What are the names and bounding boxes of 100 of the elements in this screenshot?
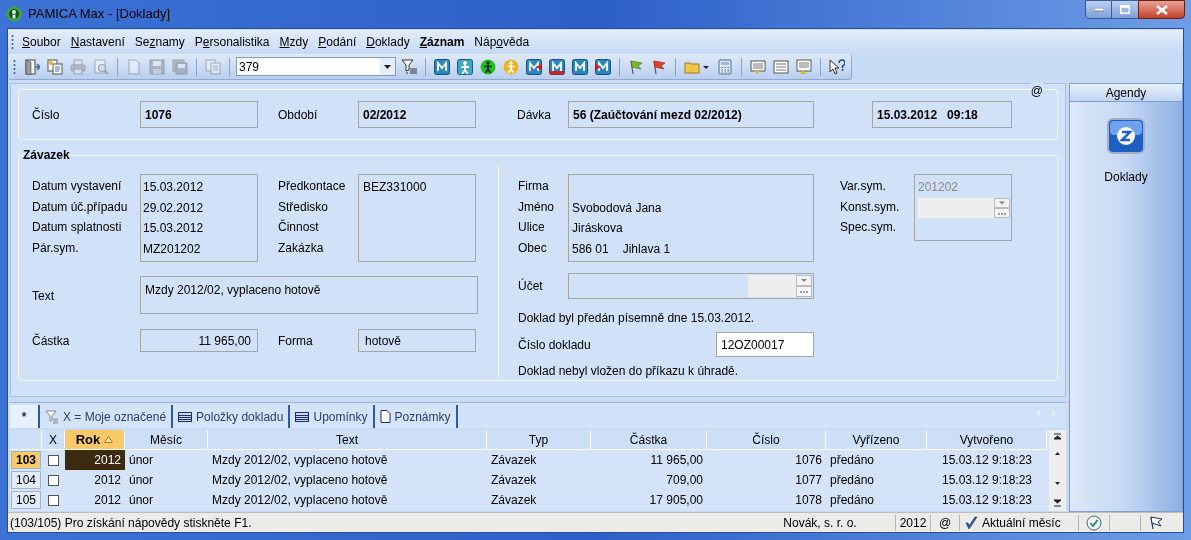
checkbox[interactable]	[48, 494, 59, 506]
table-row[interactable]: 103 2012 únor Mzdy 2012/02, vyplaceno hotově Závazek 11 965,00 1076 předáno 15.03.12 9:18:23	[10, 450, 1049, 470]
menu-item[interactable]: Podání	[313, 32, 362, 51]
grid-icon	[178, 410, 193, 423]
checkbox[interactable]	[48, 454, 59, 466]
table-cell-text: 15.03.12 9:18:23	[940, 492, 1034, 509]
menu-item[interactable]: Záznam	[414, 32, 470, 51]
field-value: 1076	[140, 101, 258, 128]
agenda-item[interactable]: Doklady	[1070, 118, 1182, 186]
tile-icon[interactable]	[595, 58, 611, 75]
calculator-icon[interactable]	[717, 58, 733, 75]
column-header[interactable]: Vyřízeno	[826, 430, 927, 450]
field-label: Konst.sym.	[840, 198, 901, 215]
list-icon[interactable]	[796, 58, 812, 75]
tile-icon[interactable]	[434, 58, 450, 75]
minimize-button[interactable]	[1085, 0, 1112, 19]
menu-item[interactable]: Personalistika	[189, 32, 275, 51]
table-cell-text: 2012	[93, 472, 122, 489]
column-header[interactable]: Typ	[487, 430, 591, 450]
field-value: 586 01	[572, 240, 609, 257]
field-label: Var.sym.	[840, 178, 887, 195]
menu-item[interactable]: Seznamy	[129, 32, 190, 51]
field-value: 201202	[918, 179, 960, 196]
status-text: (103/105) Pro získání nápovědy stiskněte F1.	[9, 514, 253, 532]
combo-box[interactable]: 379	[236, 57, 396, 76]
restore-icon	[1120, 5, 1130, 14]
filter-icon[interactable]	[401, 58, 417, 75]
dropdown-caret-icon	[380, 58, 395, 75]
tile-icon[interactable]	[549, 58, 565, 75]
table-cell-text: Mzdy 2012/02, vyplaceno hotově	[211, 472, 389, 489]
column-header[interactable]: Měsíc	[125, 430, 208, 450]
table-cell-text: Závazek	[490, 472, 538, 489]
flag-icon	[1149, 515, 1163, 530]
table-cell-text: předáno	[829, 452, 876, 469]
flag-icon[interactable]	[628, 58, 644, 75]
row-header[interactable]: 104	[11, 471, 41, 489]
field-label: Datum splatnosti	[32, 219, 123, 236]
company-text: Novák, s. r. o.	[782, 514, 858, 532]
input-field[interactable]: 12OZ00017	[716, 332, 814, 357]
column-header[interactable]: Vytvořeno	[927, 430, 1047, 450]
list-icon[interactable]	[773, 58, 789, 75]
field-label: Spec.sym.	[840, 219, 897, 236]
menu-item[interactable]: Nastavení	[65, 32, 130, 51]
table-row[interactable]: 104 2012 únor Mzdy 2012/02, vyplaceno hotově Závazek 709,00 1077 předáno 15.03.12 9:18:23	[10, 470, 1049, 490]
field-value: 02/2012	[358, 101, 476, 128]
column-header[interactable]: Částka	[591, 430, 707, 450]
field-label: Firma	[518, 178, 550, 195]
window-title: PAMICA Max - [Doklady]	[28, 5, 171, 24]
field-label: Účet	[518, 277, 544, 295]
row-header[interactable]: 105	[11, 491, 41, 509]
close-button[interactable]	[1138, 0, 1185, 19]
column-header[interactable]: Číslo	[707, 430, 826, 450]
table-cell-text: 1076	[794, 452, 823, 469]
text-field[interactable]: Mzdy 2012/02, vyplaceno hotově	[140, 276, 478, 314]
account-field[interactable]	[568, 273, 814, 299]
field-label: Částka	[32, 332, 71, 350]
table-cell-text: 2012	[93, 492, 122, 509]
time-text: 09:18	[947, 106, 978, 124]
maximize-button[interactable]	[1112, 0, 1138, 19]
scrollbar-drawing[interactable]	[1049, 430, 1066, 511]
table-cell-text: Závazek	[490, 492, 538, 509]
group-title: Závazek	[23, 147, 70, 164]
person-icon[interactable]	[457, 58, 473, 75]
field-value: Svobodová Jana	[572, 199, 662, 216]
grip-icon	[11, 33, 14, 50]
table-cell-text: 1078	[794, 492, 823, 509]
row-header[interactable]: 103	[11, 451, 41, 469]
grip-icon	[13, 58, 16, 75]
combo-value: 379	[238, 58, 261, 76]
list-icon[interactable]	[750, 58, 766, 75]
help-cursor-icon[interactable]	[829, 58, 845, 75]
flag-icon[interactable]	[651, 58, 667, 75]
tab[interactable]: *	[10, 405, 40, 428]
table-cell-text: 17 905,00	[648, 492, 704, 509]
grid-icon	[295, 410, 310, 423]
column-header[interactable]: Text	[208, 430, 487, 450]
column-header[interactable]: Rok	[65, 430, 125, 450]
note-text: Doklad byl předán písemně dne 15.03.2012.	[518, 310, 756, 327]
field-value: 56 (Zaúčtování mezd 02/2012)	[568, 101, 814, 128]
field-value: 15.03.2012	[143, 220, 205, 237]
menu-item[interactable]: Nápověda	[469, 32, 535, 51]
form-field[interactable]: hotově	[358, 329, 476, 352]
door-icon[interactable]	[24, 58, 40, 75]
person-circle-icon[interactable]	[480, 58, 496, 75]
column-header[interactable]: X	[42, 430, 65, 450]
menu-item[interactable]: Soubor	[17, 32, 66, 51]
field-label: Číslo	[32, 106, 61, 124]
menu-item[interactable]: Mzdy	[274, 32, 314, 51]
checkbox[interactable]	[48, 474, 59, 486]
amount-field[interactable]: 11 965,00	[140, 329, 258, 352]
field-label: Činnost	[278, 219, 320, 236]
field-label: Forma	[278, 332, 314, 350]
documents-icon[interactable]	[47, 58, 63, 75]
app-icon	[6, 6, 22, 22]
combo-field[interactable]	[918, 197, 1010, 218]
tile-icon[interactable]	[572, 58, 588, 75]
tile-icon[interactable]	[526, 58, 542, 75]
menu-item[interactable]: Doklady	[361, 32, 415, 51]
table-row[interactable]: 105 2012 únor Mzdy 2012/02, vyplaceno hotově Závazek 17 905,00 1078 předáno 15.03.12 9:18:23	[10, 490, 1049, 510]
field-label: Datum vystavení	[32, 178, 123, 195]
